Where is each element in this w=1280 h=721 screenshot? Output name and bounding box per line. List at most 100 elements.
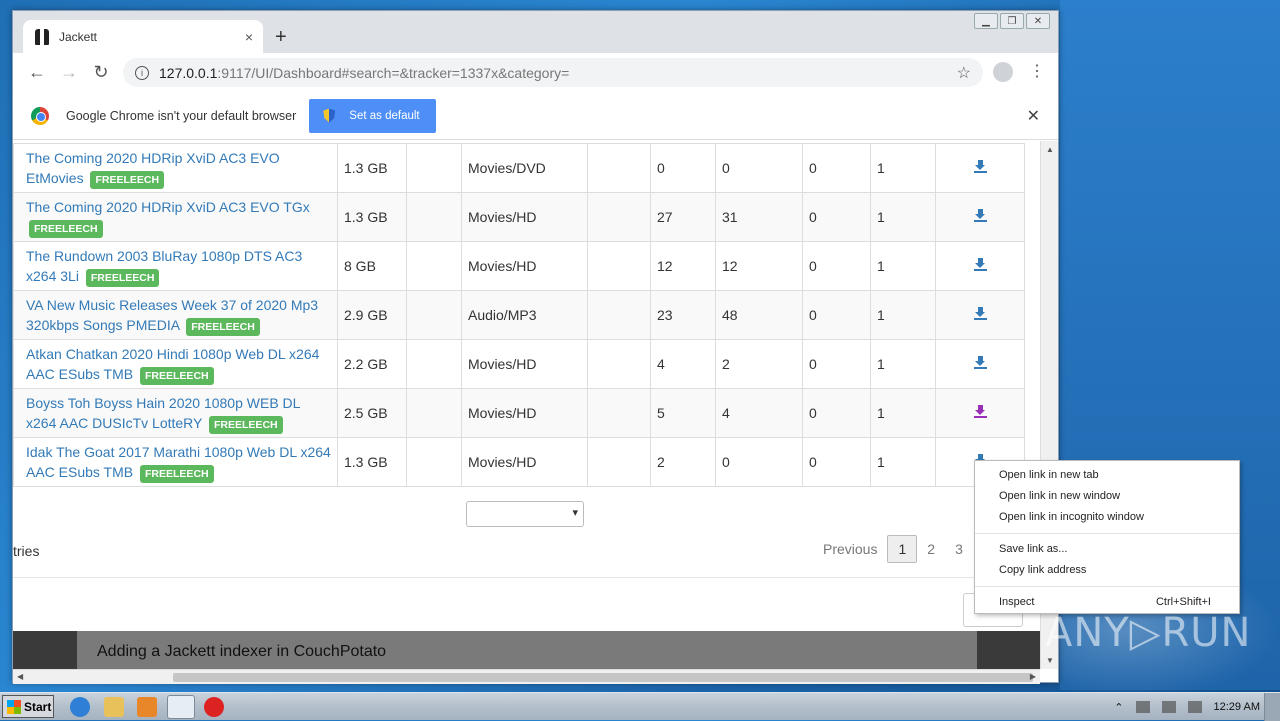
set-as-default-label: Set as default	[349, 109, 420, 122]
explorer-folder-icon[interactable]	[104, 697, 124, 717]
result-title-cell: The Coming 2020 HDRip XviD AC3 EVO EtMov…	[13, 143, 338, 193]
address-bar[interactable]: i 127.0.0.1:9117/UI/Dashboard#search=&tr…	[123, 58, 983, 87]
bookmark-star-icon[interactable]: ☆	[957, 63, 971, 83]
pagination-previous[interactable]: Previous	[813, 536, 887, 562]
taskbar: Start ⌃ 12:29 AM	[0, 692, 1280, 721]
ctx-copy-link-address[interactable]: Copy link address	[975, 560, 1239, 581]
forward-arrow-icon[interactable]: →	[53, 62, 85, 83]
footer-divider	[13, 577, 1040, 578]
chrome-menu-icon[interactable]: ⋮	[1029, 61, 1045, 81]
download-icon[interactable]	[973, 356, 987, 369]
result-title-link[interactable]: The Rundown 2003 BluRay 1080p DTS AC3 x2…	[26, 248, 302, 284]
video-banner: Adding a Jackett indexer in CouchPotato	[13, 631, 1040, 669]
result-dl-factor: 1	[870, 192, 936, 242]
result-grabs-col	[587, 241, 651, 291]
table-row: The Coming 2020 HDRip XviD AC3 EVO EtMov…	[13, 143, 1025, 193]
back-arrow-icon[interactable]: ←	[21, 62, 53, 83]
result-ul-factor: 0	[802, 388, 871, 438]
result-category: Movies/HD	[461, 339, 588, 389]
page-content: The Coming 2020 HDRip XviD AC3 EVO EtMov…	[13, 141, 1040, 669]
result-title-cell: Atkan Chatkan 2020 Hindi 1080p Web DL x2…	[13, 339, 338, 389]
freeleech-badge: FREELEECH	[140, 366, 214, 385]
profile-avatar-icon[interactable]	[993, 62, 1013, 82]
clock[interactable]: 12:29 AM	[1214, 701, 1260, 713]
site-info-icon[interactable]: i	[135, 65, 149, 80]
scroll-right-icon[interactable]: ▶	[1030, 672, 1036, 681]
result-ul-factor: 0	[802, 241, 871, 291]
result-seeds: 4	[650, 339, 716, 389]
download-icon[interactable]	[973, 258, 987, 271]
result-category: Movies/HD	[461, 437, 588, 487]
ctx-save-link-as[interactable]: Save link as...	[975, 539, 1239, 560]
result-size: 1.3 GB	[337, 143, 407, 193]
result-peers: 4	[715, 388, 803, 438]
result-dl-factor: 1	[870, 241, 936, 291]
pagination: Previous 1 2 3	[813, 535, 973, 563]
scroll-up-icon[interactable]: ▲	[1046, 145, 1054, 154]
result-peers: 2	[715, 339, 803, 389]
result-files	[406, 339, 462, 389]
freeleech-badge: FREELEECH	[29, 219, 103, 238]
pagination-page-1[interactable]: 1	[887, 535, 918, 563]
ctx-open-incognito[interactable]: Open link in incognito window	[975, 507, 1239, 528]
chrome-taskbar-button[interactable]	[167, 695, 195, 719]
result-files	[406, 437, 462, 487]
anyrun-watermark: ANY▷RUN	[1045, 610, 1252, 656]
result-seeds: 0	[650, 143, 716, 193]
result-title-link[interactable]: The Coming 2020 HDRip XviD AC3 EVO TGx	[26, 199, 310, 215]
close-window-button[interactable]: ✕	[1026, 13, 1050, 29]
scroll-down-icon[interactable]: ▼	[1046, 656, 1054, 665]
media-player-icon[interactable]	[137, 697, 157, 717]
result-download-cell	[935, 290, 1025, 340]
result-grabs-col	[587, 290, 651, 340]
security-app-icon[interactable]	[204, 697, 224, 717]
network-icon[interactable]	[1161, 701, 1176, 713]
reload-icon[interactable]: ↻	[85, 62, 117, 83]
entries-info: tries	[13, 543, 40, 559]
action-center-flag-icon[interactable]	[1187, 701, 1202, 713]
pagination-page-2[interactable]: 2	[917, 536, 945, 562]
result-title-cell: Boyss Toh Boyss Hain 2020 1080p WEB DL x…	[13, 388, 338, 438]
set-as-default-button[interactable]: Set as default	[309, 98, 436, 133]
volume-icon[interactable]	[1135, 701, 1150, 713]
result-seeds: 23	[650, 290, 716, 340]
chrome-window: Jackett × + ▁ ❐ ✕ ← → ↻ i 127.0.0.1:9117…	[12, 10, 1059, 684]
result-title-cell: The Rundown 2003 BluRay 1080p DTS AC3 x2…	[13, 241, 338, 291]
tray-expand-icon[interactable]: ⌃	[1114, 701, 1123, 714]
result-seeds: 12	[650, 241, 716, 291]
uac-shield-icon	[323, 108, 336, 123]
scroll-left-icon[interactable]: ◀	[17, 672, 23, 681]
download-icon[interactable]	[973, 405, 987, 418]
table-row: VA New Music Releases Week 37 of 2020 Mp…	[13, 290, 1025, 340]
new-tab-button[interactable]: +	[275, 26, 287, 49]
ctx-open-new-tab[interactable]: Open link in new tab	[975, 465, 1239, 486]
ctx-open-new-window[interactable]: Open link in new window	[975, 486, 1239, 507]
minimize-button[interactable]: ▁	[974, 13, 998, 29]
horizontal-scroll-thumb[interactable]	[173, 673, 1033, 682]
category-filter-select[interactable]	[466, 501, 584, 527]
result-size: 8 GB	[337, 241, 407, 291]
horizontal-scrollbar[interactable]: ◀ ▶	[13, 669, 1040, 684]
result-grabs-col	[587, 143, 651, 193]
show-desktop-button[interactable]	[1264, 693, 1280, 721]
result-title-cell: The Coming 2020 HDRip XviD AC3 EVO TGx F…	[13, 192, 338, 242]
start-button[interactable]: Start	[2, 695, 54, 718]
freeleech-badge: FREELEECH	[85, 268, 160, 287]
freeleech-badge: FREELEECH	[209, 415, 283, 434]
download-icon[interactable]	[973, 307, 987, 320]
result-title-link[interactable]: VA New Music Releases Week 37 of 2020 Mp…	[26, 297, 318, 333]
video-title[interactable]: Adding a Jackett indexer in CouchPotato	[77, 631, 977, 669]
ctx-separator	[975, 533, 1239, 534]
result-dl-factor: 1	[870, 290, 936, 340]
freeleech-badge: FREELEECH	[90, 170, 165, 189]
result-peers: 48	[715, 290, 803, 340]
tab-close-icon[interactable]: ×	[245, 29, 253, 45]
result-ul-factor: 0	[802, 339, 871, 389]
download-icon[interactable]	[973, 160, 987, 173]
tab-jackett[interactable]: Jackett ×	[23, 20, 263, 53]
restore-button[interactable]: ❐	[1000, 13, 1024, 29]
pagination-page-3[interactable]: 3	[945, 536, 973, 562]
download-icon[interactable]	[973, 209, 987, 222]
ie-icon[interactable]	[70, 697, 90, 717]
infobar-close-icon[interactable]: ✕	[1027, 106, 1040, 126]
